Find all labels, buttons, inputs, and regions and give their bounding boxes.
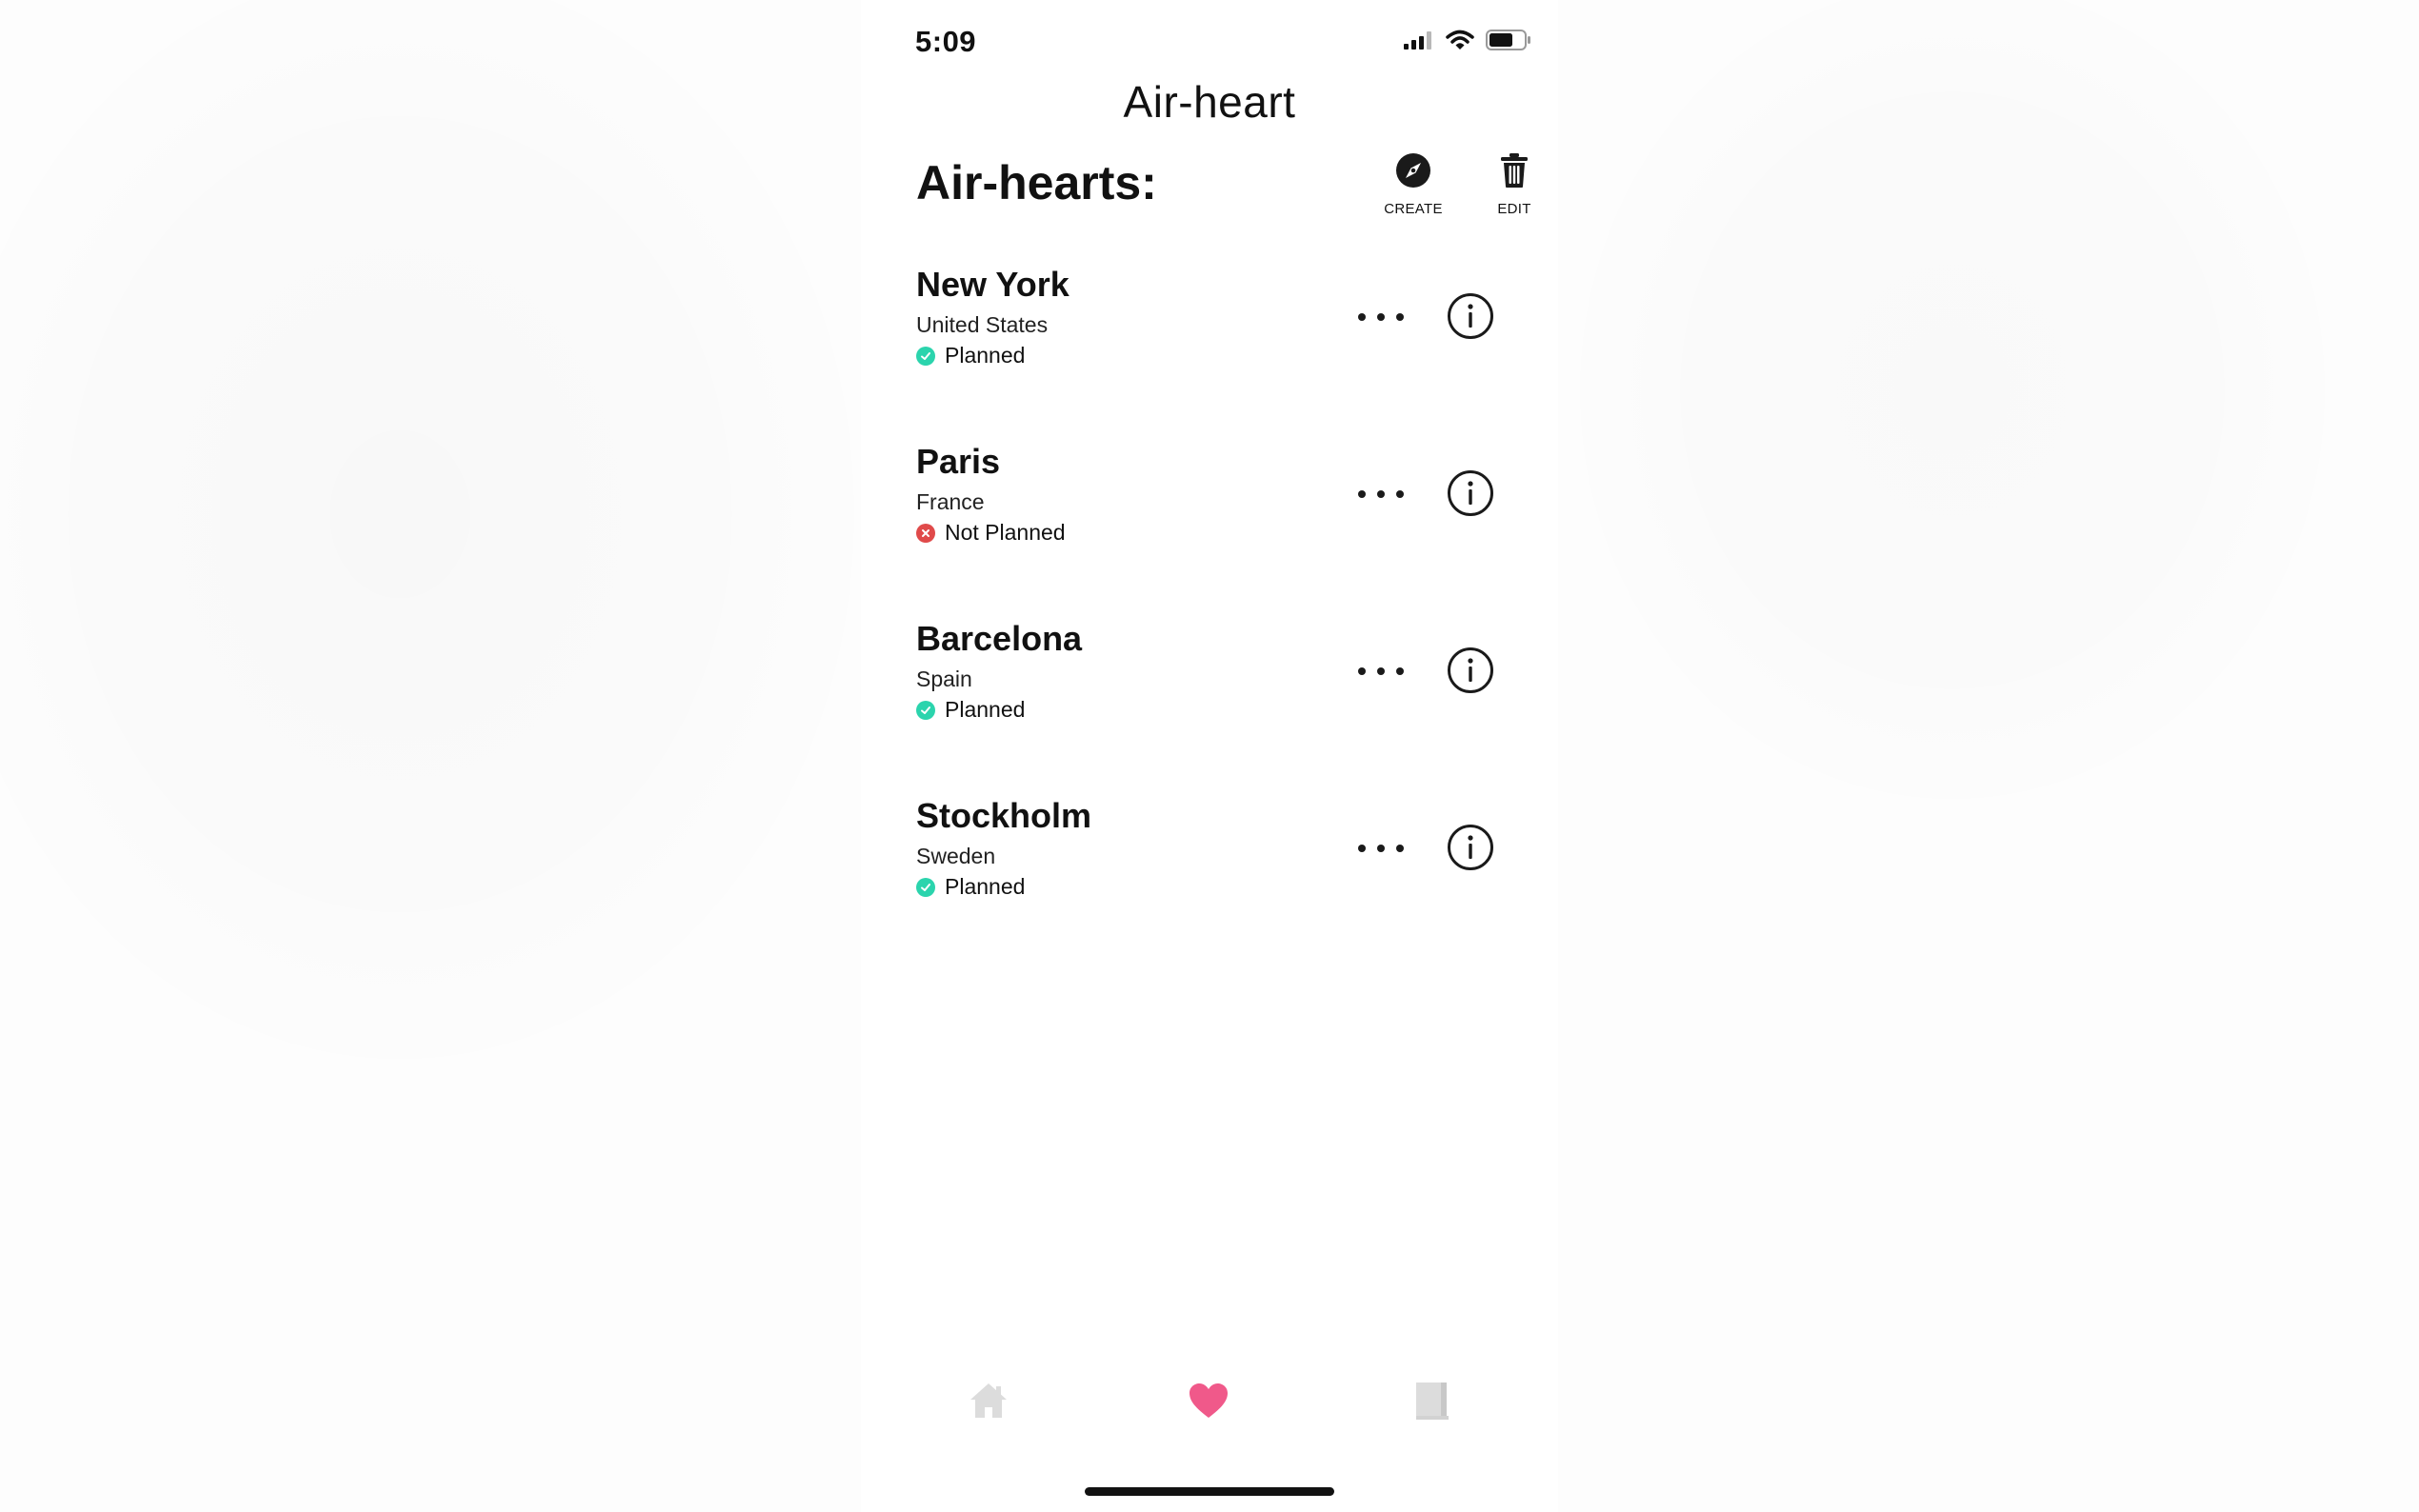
planned-status: Planned [916,697,1025,723]
status-label: Planned [945,697,1026,722]
tab-favorites[interactable] [1180,1379,1237,1426]
status-time: 5:09 [915,25,977,58]
list-item[interactable]: New York United States Planned [861,265,1558,442]
status-icons [1404,29,1531,55]
edit-label: EDIT [1497,201,1531,217]
more-button[interactable] [1350,655,1411,689]
list-item[interactable]: Paris France Not Planned [861,442,1558,619]
planned-status: Planned [916,343,1025,368]
heart-icon [1189,1383,1229,1423]
list-item[interactable]: Barcelona Spain Planned [861,619,1558,796]
more-icon [1357,841,1405,858]
info-icon [1447,469,1494,522]
country-name: Spain [916,666,972,691]
more-button[interactable] [1350,832,1411,866]
info-icon [1447,824,1494,876]
background-blur-left [0,0,876,1085]
check-icon [916,700,935,720]
city-name: Barcelona [916,619,1083,658]
status-label: Planned [945,343,1026,368]
more-icon [1357,664,1405,681]
status-label: Planned [945,874,1026,899]
country-name: Sweden [916,844,996,868]
wifi-icon [1446,30,1474,55]
cross-icon [916,523,935,543]
tab-bookmarks[interactable] [1404,1379,1461,1426]
info-button[interactable] [1446,824,1495,876]
city-name: Paris [916,442,1001,481]
check-icon [916,346,935,366]
book-icon [1414,1381,1450,1425]
more-button[interactable] [1350,478,1411,512]
home-icon [969,1382,1009,1424]
info-icon [1447,647,1494,699]
country-name: France [916,489,985,514]
create-label: CREATE [1384,201,1443,217]
status-label: Not Planned [945,520,1066,545]
app-window: 5:09 Air-heart Air-hearts: CREATE EDIT N… [861,0,1558,1512]
more-icon [1357,309,1405,327]
more-button[interactable] [1350,301,1411,335]
compass-icon [1395,152,1431,193]
city-name: New York [916,265,1070,304]
section-title: Air-hearts: [916,156,1157,209]
planned-status: Not Planned [916,520,1066,546]
tab-bar [861,1371,1558,1428]
app-title: Air-heart [1123,77,1296,127]
screen: 5:09 Air-heart Air-hearts: CREATE EDIT N… [0,0,2419,1512]
cellular-signal-icon [1404,30,1434,54]
battery-icon [1486,29,1531,56]
check-icon [916,877,935,897]
tab-home[interactable] [960,1379,1017,1426]
edit-button[interactable]: EDIT [1476,152,1552,217]
info-button[interactable] [1446,647,1495,697]
city-name: Stockholm [916,796,1092,835]
trash-icon [1500,152,1529,193]
info-icon [1447,292,1494,345]
create-button[interactable]: CREATE [1375,152,1451,217]
info-button[interactable] [1446,469,1495,522]
country-name: United States [916,312,1049,337]
list-item[interactable]: Stockholm Sweden Planned [861,796,1558,973]
air-hearts-list: New York United States Planned Paris Fra… [861,265,1558,973]
info-button[interactable] [1446,292,1495,345]
home-indicator[interactable] [1085,1487,1334,1496]
planned-status: Planned [916,874,1025,900]
background-blur-right [1562,0,2343,819]
more-icon [1357,487,1405,504]
